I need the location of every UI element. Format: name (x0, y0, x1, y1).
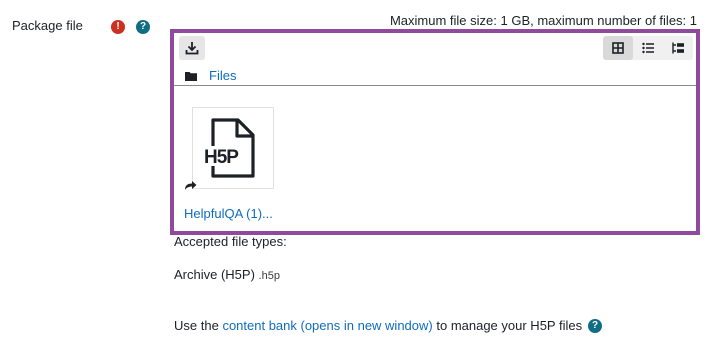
tree-view-button[interactable] (663, 36, 693, 60)
field-label: Package file (12, 18, 83, 33)
file-manager[interactable]: Files H5P HelpfulQA (1)... (170, 29, 700, 235)
accepted-types-title: Accepted file types: (174, 234, 287, 249)
accepted-type-extension: .h5p (258, 270, 280, 282)
content-bank-note: Use the content bank (opens in new windo… (174, 318, 603, 333)
view-mode-toggle (603, 36, 693, 60)
file-thumbnail[interactable]: H5P (192, 107, 274, 189)
folder-icon (185, 71, 197, 81)
thumbnail-view-button[interactable] (603, 36, 633, 60)
divider (174, 85, 696, 86)
help-icon[interactable]: ? (588, 318, 603, 333)
content-bank-link[interactable]: content bank (opens in new window) (222, 318, 432, 333)
grid-icon (612, 42, 624, 54)
content-bank-prefix: Use the (174, 318, 219, 333)
h5p-file-text: H5P (204, 147, 239, 168)
content-bank-suffix: to manage your H5P files (436, 318, 583, 333)
list-view-button[interactable] (633, 36, 663, 60)
h5p-file-icon: H5P (203, 118, 255, 178)
accepted-type-name: Archive (H5P) (174, 267, 255, 282)
download-icon (185, 42, 199, 55)
breadcrumb: Files (185, 68, 236, 83)
accepted-type-item: Archive (H5P) .h5p (174, 267, 280, 282)
file-name-link[interactable]: HelpfulQA (1)... (184, 206, 273, 221)
help-icon[interactable]: ? (136, 20, 150, 34)
list-icon (641, 42, 654, 54)
alias-arrow-icon (184, 179, 197, 194)
max-size-info: Maximum file size: 1 GB, maximum number … (389, 13, 697, 28)
download-button[interactable] (179, 36, 205, 60)
breadcrumb-files[interactable]: Files (209, 68, 236, 83)
required-icon: ! (111, 20, 125, 34)
tree-icon (671, 42, 684, 54)
